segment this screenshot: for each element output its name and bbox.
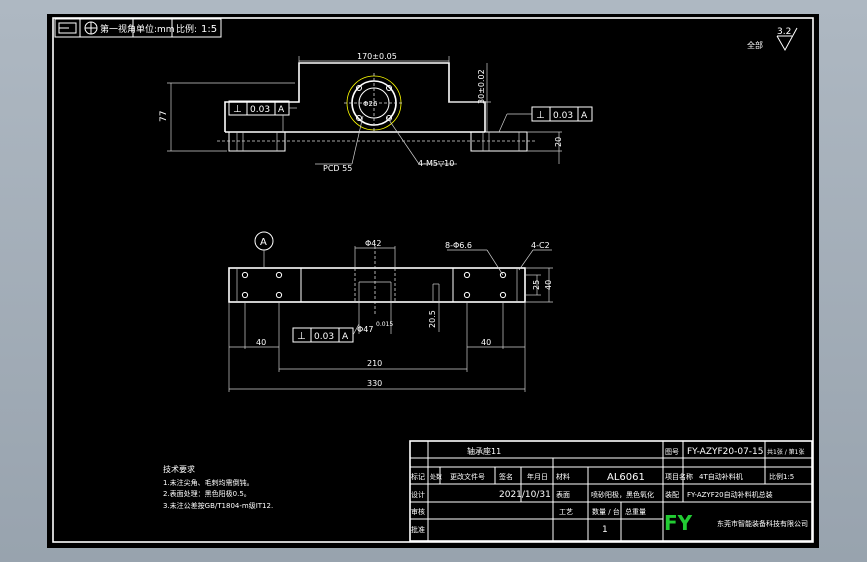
tb-asm-label: 装配 (665, 490, 679, 499)
holes-8: 8-Φ6.6 (445, 241, 472, 250)
tb-scale: 比例1:5 (769, 472, 794, 481)
dim-40-left: 40 (256, 338, 266, 347)
dim-bar-20: 20 (554, 137, 563, 147)
tb-drawing-no: FY-AZYF20-07-15 (687, 447, 764, 457)
tech-notes: 技术要求 1.未注尖角、毛刺均需倒钝。 2.表面处理：黑色阳极0.5。 3.未注… (163, 464, 273, 510)
drawing-sheet: 第一视角 单位:mm 比例: 1:5 全部 3.2 Φ26 170±0.05 7… (47, 14, 819, 548)
notes-line-1: 1.未注尖角、毛刺均需倒钝。 (163, 478, 254, 487)
tb-sheet: 共1张 / 第1张 (767, 448, 804, 456)
tb-process: 工艺 (559, 508, 573, 516)
svg-text:0.03: 0.03 (314, 332, 334, 342)
svg-text:0.03: 0.03 (553, 111, 573, 121)
notes-line-3: 3.未注公差按GB/T1804-m级IT12. (163, 501, 273, 510)
tb-approve: 批准 (411, 525, 425, 534)
gdt-front-right: ⊥ 0.03 A (498, 106, 593, 133)
dim-step-30: 30±0.02 (477, 69, 486, 104)
datum-a: A (260, 237, 267, 248)
top-view: A Φ42 8-Φ6.6 4-C2 25 40 40 40 210 330 20… (228, 231, 553, 392)
notes-line-2: 2.表面处理：黑色阳极0.5。 (163, 489, 251, 498)
dim-phi47-tol: 0.015 (376, 321, 393, 328)
strip-projection: 第一视角 (100, 23, 136, 35)
cad-drawing: 第一视角 单位:mm 比例: 1:5 全部 3.2 Φ26 170±0.05 7… (52, 17, 814, 543)
dim-330: 330 (367, 379, 382, 388)
strip-unit: 单位:mm (136, 23, 175, 35)
tb-mark: 标记 (411, 472, 425, 481)
gdt-top-bottom: ⊥ 0.03 A (292, 323, 360, 343)
svg-text:A: A (278, 105, 285, 115)
title-strip: 第一视角 单位:mm 比例: 1:5 (54, 18, 222, 38)
tb-qty-label: 数量 / 台 (592, 507, 620, 516)
surface-finish-prefix: 全部 (747, 40, 763, 50)
dim-phi42: Φ42 (365, 239, 381, 248)
dim-phi47: Φ47 (357, 325, 373, 334)
tb-change-doc: 更改文件号 (450, 472, 485, 481)
svg-text:0.03: 0.03 (250, 105, 270, 115)
notes-title: 技术要求 (163, 464, 195, 474)
strip-scale-value: 1:5 (201, 24, 217, 35)
gdt-front-left: ⊥ 0.03 A (228, 100, 297, 132)
mount-holes (241, 271, 507, 299)
svg-text:⊥: ⊥ (536, 110, 545, 121)
tb-count: 处数 (430, 473, 442, 481)
dim-width-170: 170±0.05 (357, 52, 397, 61)
tb-date: 2021/10/31 (499, 490, 551, 500)
svg-text:A: A (581, 111, 588, 121)
svg-text:⊥: ⊥ (297, 331, 306, 342)
tb-weight-label: 总重量 (625, 507, 646, 516)
tb-design: 设计 (411, 490, 425, 499)
tb-proj-label: 项目名称 (665, 472, 693, 481)
tb-dwg-label: 图号 (665, 448, 679, 456)
tb-surf-label: 表面 (556, 490, 570, 499)
dim-40-right: 40 (544, 280, 553, 290)
dim-25: 25 (532, 280, 541, 290)
tb-qty: 1 (602, 525, 608, 535)
bore-dim: Φ26 (363, 100, 378, 108)
company-logo: FY (664, 511, 693, 535)
dim-205: 20.5 (428, 310, 437, 328)
pcd-label: PCD 55 (323, 164, 352, 173)
inner-border (52, 17, 814, 543)
surface-finish: 全部 3.2 (747, 27, 798, 52)
title-block: 轴承座11 FY-AZYF20-07-15 共1张 / 第1张 图号 标记 处数… (409, 440, 813, 542)
tb-mat-label: 材料 (556, 472, 570, 481)
dim-210: 210 (367, 359, 382, 368)
holes-label: 4-M5▽10 (418, 159, 454, 168)
tb-surface: 喷砂阳极，黑色氧化 (591, 490, 654, 499)
dim-height-77: 77 (159, 111, 169, 122)
tb-project: 4T自动补料机 (699, 472, 743, 481)
tb-assembly: FY-AZYF20自动补料机总装 (687, 490, 773, 499)
front-view: Φ26 170±0.05 77 30±0.02 20 ⊥ 0.03 A ⊥ 0.… (159, 52, 593, 173)
tb-audit: 审核 (411, 507, 425, 516)
dim-40-right-bottom: 40 (481, 338, 491, 347)
strip-scale-label: 比例: (176, 23, 197, 35)
tb-company: 东莞市智能装备科技有限公司 (717, 519, 808, 528)
surface-finish-value: 3.2 (777, 27, 791, 37)
tb-sign: 签名 (499, 472, 513, 481)
svg-text:⊥: ⊥ (233, 104, 242, 115)
tb-ymd: 年月日 (527, 472, 548, 481)
svg-text:A: A (342, 332, 349, 342)
tb-part-name: 轴承座11 (467, 446, 501, 456)
tb-material: AL6061 (607, 472, 645, 483)
chamfer-label: 4-C2 (531, 241, 550, 250)
